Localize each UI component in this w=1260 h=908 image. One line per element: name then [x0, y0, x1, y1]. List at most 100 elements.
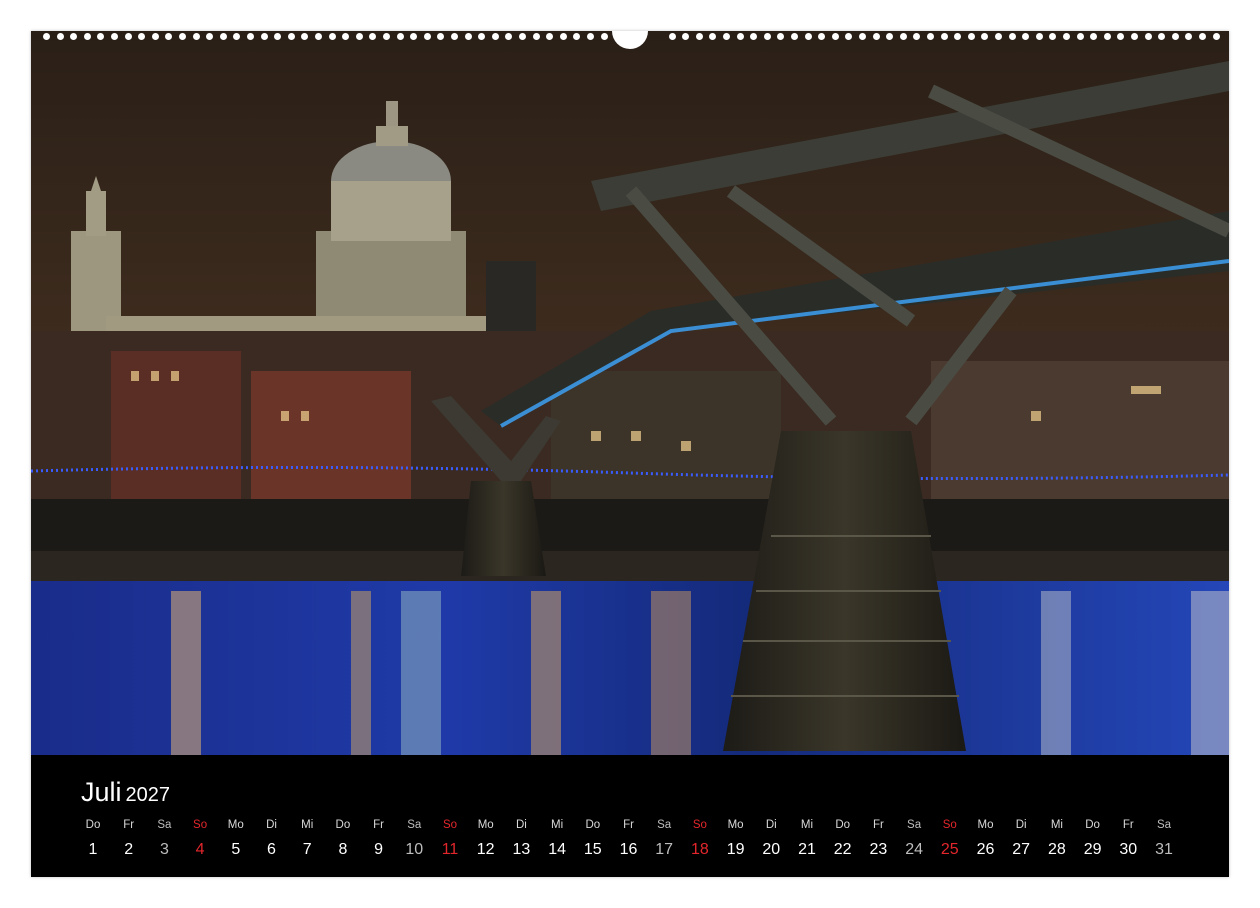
binding-hole	[600, 33, 608, 40]
binding-hole	[219, 33, 227, 40]
binding-hole	[328, 33, 336, 40]
day-cell: Di 6	[254, 819, 290, 859]
binding-hole	[1199, 33, 1206, 40]
day-cell: So 4	[182, 819, 218, 859]
day-number: 3	[159, 841, 169, 858]
calendar-strip: Juli 2027 Do 1 Fr 2 Sa 3 So 4 Mo 5 Di 6 Mi 7 Do 8 Fr 9 Sa 10…	[31, 755, 1229, 877]
binding-hole	[287, 33, 295, 40]
weekday-label: Sa	[157, 819, 172, 831]
day-cell: Fr 30	[1110, 819, 1146, 859]
day-number: 6	[267, 841, 276, 858]
binding-hole	[791, 33, 798, 40]
day-number: 14	[548, 841, 566, 858]
weekday-label: Fr	[623, 819, 634, 831]
binding-hole	[179, 33, 186, 40]
binding-hole	[423, 33, 431, 40]
day-cell: Mi 7	[289, 819, 325, 859]
binding-hole	[940, 33, 948, 40]
day-cell: Do 29	[1075, 819, 1111, 859]
binding-hole	[165, 33, 173, 40]
binding-hole	[695, 33, 703, 40]
photo-st-pauls-millennium-bridge	[31, 31, 1229, 755]
day-cell: Fr 16	[611, 819, 647, 859]
weekday-label: Do	[1085, 819, 1100, 831]
binding-hole	[260, 33, 268, 40]
binding-hole	[274, 33, 282, 40]
binding-hole	[301, 33, 309, 40]
day-number: 9	[374, 841, 384, 858]
binding-hole	[247, 33, 254, 40]
binding-hole	[315, 33, 322, 40]
day-number: 29	[1083, 841, 1102, 858]
binding-hole	[899, 33, 907, 40]
day-cell: Fr 23	[860, 819, 896, 859]
weekday-label: So	[442, 819, 458, 831]
weekday-label: Mi	[301, 819, 314, 831]
year: 2027	[125, 784, 171, 806]
binding-hole	[519, 33, 526, 40]
binding-hole	[1158, 33, 1166, 40]
binding-hole	[342, 33, 350, 40]
weekday-label: Fr	[872, 819, 884, 831]
day-number: 28	[1047, 841, 1066, 858]
binding-hole	[1063, 33, 1070, 40]
binding-hole	[682, 33, 690, 40]
binding-hole	[913, 33, 921, 40]
month-name: Juli	[81, 777, 122, 807]
day-cell: Do 8	[325, 819, 361, 859]
day-cell: So 11	[432, 819, 468, 859]
weekday-label: Sa	[1156, 819, 1172, 831]
day-cell: So 18	[682, 819, 718, 859]
day-number: 21	[798, 841, 816, 858]
binding-hole	[559, 33, 567, 40]
weekday-label: Mo	[227, 819, 244, 831]
weekday-label: So	[692, 819, 707, 831]
binding-hole	[43, 33, 50, 40]
weekday-label: Sa	[907, 819, 922, 831]
weekday-label: Di	[1015, 819, 1027, 831]
weekday-label: Fr	[1122, 819, 1134, 831]
binding-hole	[355, 33, 363, 40]
binding-hole	[872, 33, 880, 40]
day-cell: Di 27	[1003, 819, 1039, 859]
day-number: 18	[690, 841, 709, 858]
day-cell: Mo 5	[218, 819, 254, 859]
binding-hole	[804, 33, 812, 40]
weekday-label: Fr	[373, 819, 385, 831]
weekday-label: Fr	[123, 819, 135, 831]
binding-hole	[886, 33, 894, 40]
day-cell: Sa 31	[1146, 819, 1182, 859]
binding-hole	[410, 33, 418, 40]
weekday-label: Do	[585, 819, 601, 831]
binding-hole	[573, 33, 581, 40]
day-number: 22	[833, 841, 852, 858]
binding-hole	[97, 33, 105, 40]
day-number: 19	[726, 841, 745, 858]
binding-hole	[709, 33, 717, 40]
day-cell: Mi 14	[539, 819, 575, 859]
binding-hole	[1103, 33, 1111, 40]
binding-hole	[233, 33, 241, 40]
binding-hole	[777, 33, 785, 40]
binding-hole	[83, 33, 91, 40]
day-cell: Mo 26	[968, 819, 1004, 859]
weekday-label: Do	[335, 819, 351, 831]
day-cell: Do 15	[575, 819, 611, 859]
day-cell: Sa 3	[146, 819, 182, 859]
day-row: Do 1 Fr 2 Sa 3 So 4 Mo 5 Di 6 Mi 7 Do 8 Fr 9 Sa 10 So 11 Mo 12 D…	[86, 819, 1193, 869]
day-number: 10	[405, 841, 424, 858]
weekday-label: Mo	[727, 819, 744, 831]
binding-hole	[532, 33, 540, 40]
weekday-label: Mi	[800, 819, 814, 831]
day-cell: Di 20	[753, 819, 789, 859]
day-cell: Do 1	[75, 819, 111, 859]
day-number: 2	[124, 841, 134, 858]
binding-hole	[736, 33, 744, 40]
binding-hole	[1076, 33, 1084, 40]
day-number: 13	[512, 841, 531, 858]
day-number: 11	[441, 841, 459, 858]
day-cell: Mo 12	[468, 819, 504, 859]
binding-hole	[1212, 33, 1220, 40]
binding-hole	[967, 33, 975, 40]
binding-hole	[151, 33, 159, 40]
